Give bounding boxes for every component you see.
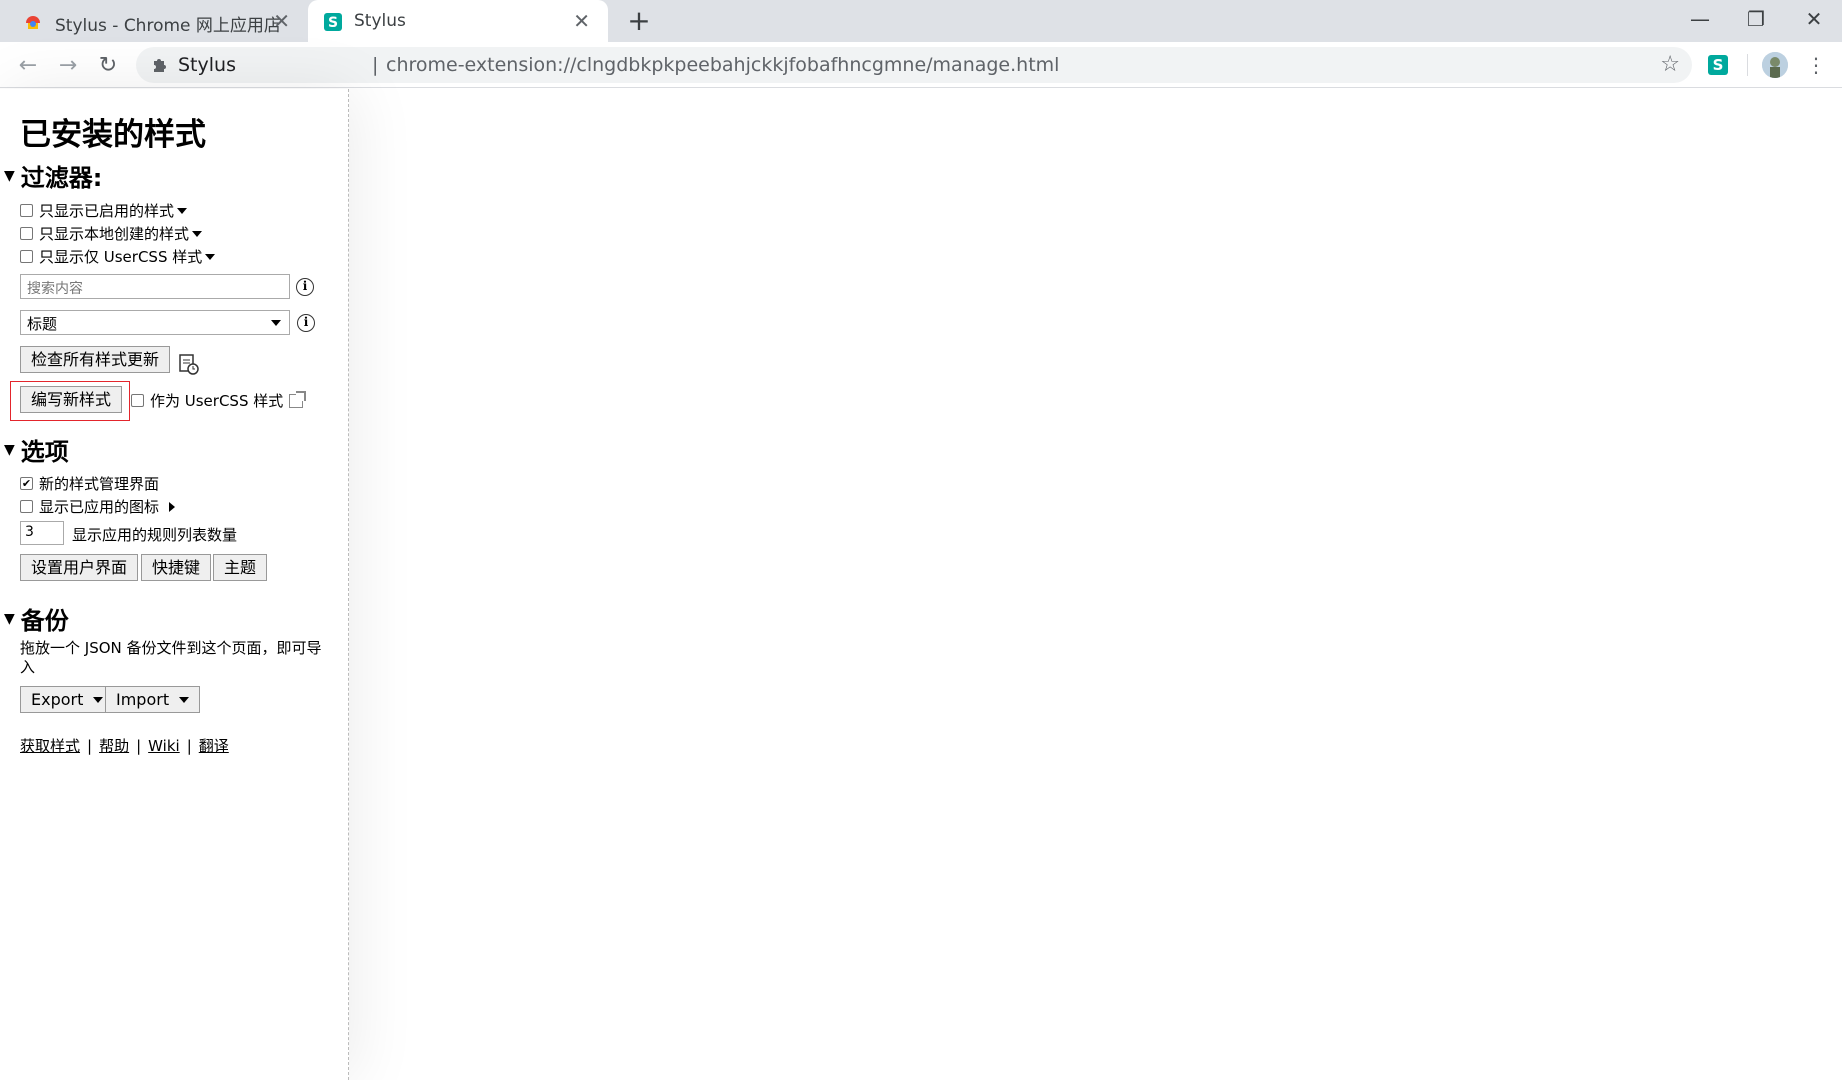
checkbox[interactable] [20,227,33,240]
menu-kebab-icon[interactable]: ⋮ [1806,52,1826,78]
link-separator: | [186,737,192,755]
theme-button[interactable]: 主题 [213,554,268,581]
new-tab-button[interactable]: + [624,6,654,36]
style-list-area [350,89,1842,1080]
chevron-down-icon[interactable] [205,253,216,260]
toolbar-divider [1747,54,1748,76]
link-separator: | [87,737,93,755]
chevron-right-icon[interactable] [169,501,176,512]
collapse-triangle-icon: ▼ [4,441,15,458]
chevron-down-icon [93,696,104,703]
shortcuts-button[interactable]: 快捷键 [141,554,212,581]
minimize-icon[interactable]: — [1672,0,1728,38]
tab-title: Stylus - Chrome 网上应用店 [55,16,281,36]
forward-icon[interactable]: → [52,50,84,82]
link-separator: | [136,737,142,755]
collapse-triangle-icon: ▼ [4,610,15,627]
extension-puzzle-icon [150,55,170,75]
filters-heading[interactable]: ▼ 过滤器: [4,158,102,193]
stylus-extension-icon[interactable]: S [1708,55,1728,75]
chevron-down-icon [179,696,190,703]
checkbox-label: 只显示仅 UserCSS 样式 [39,248,203,266]
address-bar[interactable]: Stylus | chrome-extension://clngdbkpkpee… [136,47,1692,83]
tab-stylus[interactable]: S Stylus ✕ [308,0,608,42]
checkbox[interactable] [20,500,33,513]
checkbox-label: 新的样式管理界面 [39,475,160,493]
collapse-triangle-icon: ▼ [4,167,15,184]
bookmark-star-icon[interactable]: ☆ [1660,52,1680,77]
chevron-down-icon[interactable] [192,230,203,237]
option-show-applied-icon[interactable]: 显示已应用的图标 [20,496,176,517]
update-history-icon[interactable] [179,353,199,375]
import-button[interactable]: Import [105,686,201,713]
chevron-down-icon [271,320,281,326]
reload-icon[interactable]: ↻ [92,50,124,82]
link-help[interactable]: 帮助 [99,737,129,755]
back-icon[interactable]: ← [12,50,44,82]
omnibox-separator: | [372,54,379,76]
backup-instructions: 拖放一个 JSON 备份文件到这个页面，即可导入 [20,639,322,676]
profile-avatar[interactable] [1762,52,1788,78]
export-button[interactable]: Export [20,686,115,713]
search-input[interactable]: 搜索内容 [20,274,290,299]
checkbox[interactable] [131,394,144,407]
tab-webstore[interactable]: Stylus - Chrome 网上应用店 ✕ [0,0,308,42]
restore-icon[interactable]: ❐ [1728,0,1784,38]
filter-usercss-only[interactable]: 只显示仅 UserCSS 样式 [20,246,216,267]
site-name: Stylus [178,54,236,76]
manage-sidebar: 已安装的样式 ▼ 过滤器: 只显示已启用的样式 只显示本地创建的样式 只显示仅 … [0,89,349,1080]
filter-local-only[interactable]: 只显示本地创建的样式 [20,223,203,244]
window-close-icon[interactable]: ✕ [1786,0,1842,38]
sort-select[interactable]: 标题 [20,310,290,335]
svg-text:S: S [1713,56,1724,74]
link-get-styles[interactable]: 获取样式 [20,737,80,755]
footer-links: 获取样式 | 帮助 | Wiki | 翻译 [20,735,229,756]
configure-ui-button[interactable]: 设置用户界面 [20,554,139,581]
tab-title: Stylus [354,11,406,31]
as-usercss-option[interactable]: 作为 UserCSS 样式 [131,390,307,411]
checkbox-label: 只显示已启用的样式 [39,202,175,220]
browser-toolbar: ← → ↻ Stylus | chrome-extension://clngdb… [0,42,1842,88]
check-updates-button[interactable]: 检查所有样式更新 [20,346,171,373]
tab-strip: Stylus - Chrome 网上应用店 ✕ S Stylus ✕ + — ❐… [0,0,1842,42]
svg-text:S: S [328,15,338,31]
rules-count-input[interactable]: 3 [20,521,64,545]
rules-count-label: 显示应用的规则列表数量 [72,526,238,544]
webstore-icon [24,13,42,31]
close-icon[interactable]: ✕ [573,9,590,33]
option-new-ui[interactable]: ✔ 新的样式管理界面 [20,473,159,494]
import-label: Import [116,690,170,709]
export-label: Export [31,690,84,709]
url-text[interactable]: chrome-extension://clngdbkpkpeebahjckkjf… [386,54,1059,76]
checkbox[interactable] [20,204,33,217]
options-heading[interactable]: ▼ 选项 [4,432,69,467]
link-wiki[interactable]: Wiki [148,737,180,755]
info-icon[interactable]: i [297,314,315,332]
sort-selected-value: 标题 [27,315,58,333]
stylus-icon: S [324,13,342,31]
checkbox-label: 作为 UserCSS 样式 [150,392,284,410]
link-translate[interactable]: 翻译 [199,737,229,755]
checkbox-label: 显示已应用的图标 [39,498,160,516]
write-new-style-button[interactable]: 编写新样式 [20,386,123,413]
chevron-down-icon[interactable] [177,207,188,214]
checkbox-checked[interactable]: ✔ [20,477,33,490]
close-icon[interactable]: ✕ [273,9,290,33]
info-icon[interactable]: i [296,278,314,296]
backup-heading[interactable]: ▼ 备份 [4,601,69,636]
checkbox-label: 只显示本地创建的样式 [39,225,190,243]
checkbox[interactable] [20,250,33,263]
filter-enabled-only[interactable]: 只显示已启用的样式 [20,200,188,221]
external-link-icon[interactable] [289,390,307,408]
page-title: 已安装的样式 [20,117,206,153]
